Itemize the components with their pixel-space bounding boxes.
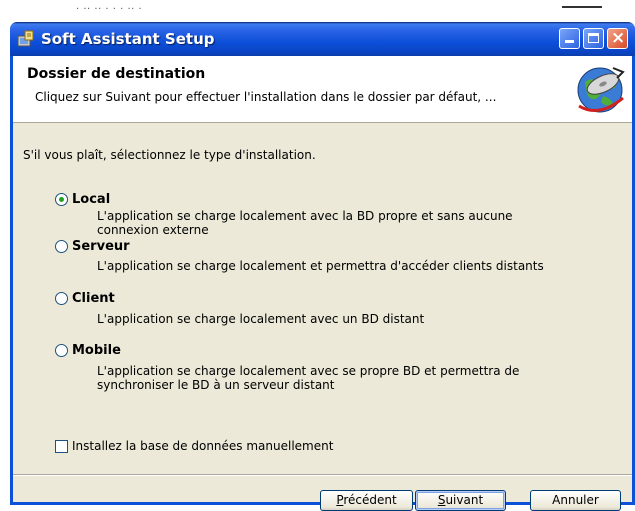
manual-db-checkbox[interactable] [55,439,68,453]
window-frame: Dossier de destination Cliquez sur Suiva… [10,56,635,511]
option-description-local: L'application se charge localement avec … [97,209,513,237]
wizard-header: Dossier de destination Cliquez sur Suiva… [13,56,632,123]
option-description-mobile: L'application se charge localement avec … [97,364,520,392]
install-type-prompt: S'il vous plaît, sélectionnez le type d'… [23,148,316,162]
radio-label-client: Client [72,291,115,306]
cancel-button[interactable]: Annuler [530,490,621,511]
maximize-icon [588,33,599,43]
page-subtitle: Cliquez sur Suivant pour effectuer l'ins… [35,90,497,104]
radio-label-local: Local [72,192,111,207]
globe-disc-icon [577,67,625,113]
radio-option-mobile[interactable]: Mobile [55,343,121,358]
radio-label-serveur: Serveur [72,239,130,254]
close-icon: × [611,28,626,48]
footer-divider [13,474,632,476]
radio-button-serveur[interactable] [55,240,68,253]
minimize-icon [565,40,574,43]
radio-option-local[interactable]: Local [55,192,110,207]
maximize-button[interactable] [583,28,604,49]
installer-icon [17,30,34,47]
title-bar[interactable]: Soft Assistant Setup × [10,22,635,56]
window-title: Soft Assistant Setup [41,30,215,48]
radio-option-serveur[interactable]: Serveur [55,239,130,254]
close-button[interactable]: × [607,28,628,49]
radio-button-local[interactable] [55,193,68,206]
dialog-body: Dossier de destination Cliquez sur Suiva… [13,56,632,511]
minimize-button[interactable] [559,28,580,49]
background-window-title: · ·· ·· · · · ·· · [76,4,143,15]
back-button[interactable]: Précédent [320,490,413,511]
radio-selected-dot [59,197,64,202]
radio-button-client[interactable] [55,292,68,305]
manual-db-checkbox-label: Installez la base de données manuellemen… [72,439,334,453]
option-description-serveur: L'application se charge localement et pe… [97,259,544,273]
background-window-strip: · ·· ·· · · · ·· · [0,0,635,22]
setup-window: Soft Assistant Setup × Dossier de destin… [10,22,635,511]
radio-button-mobile[interactable] [55,344,68,357]
background-window-control [562,6,602,16]
next-button[interactable]: Suivant [415,490,506,511]
manual-db-checkbox-row[interactable]: Installez la base de données manuellemen… [55,439,333,453]
page-title: Dossier de destination [27,66,206,82]
radio-label-mobile: Mobile [72,343,121,358]
option-description-client: L'application se charge localement avec … [97,312,425,326]
radio-option-client[interactable]: Client [55,291,115,306]
